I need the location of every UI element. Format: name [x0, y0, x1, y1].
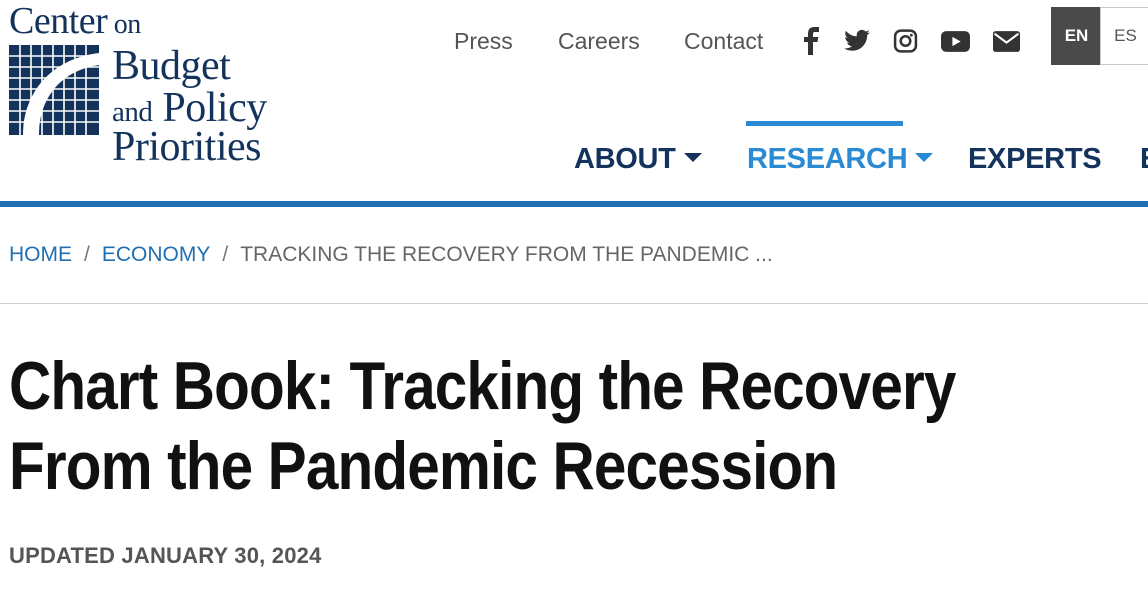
facebook-icon[interactable]: [801, 27, 823, 55]
logo-line-center: Center on: [9, 0, 141, 42]
instagram-icon[interactable]: [893, 27, 918, 55]
research-active-indicator: [746, 121, 903, 126]
logo-line-budget: Budget: [112, 43, 231, 89]
updated-date: UPDATED JANUARY 30, 2024: [9, 543, 322, 568]
logo-line-policy: and Policy: [112, 85, 267, 131]
caret-down-icon: [915, 152, 934, 162]
careers-link[interactable]: Careers: [558, 27, 640, 55]
email-icon[interactable]: [993, 27, 1020, 55]
page-title: Chart Book: Tracking the Recovery From t…: [9, 346, 1127, 506]
breadcrumb-current: TRACKING THE RECOVERY FROM THE PANDEMIC …: [240, 243, 773, 266]
contact-link[interactable]: Contact: [684, 27, 763, 55]
nav-research-label: RESEARCH: [747, 143, 908, 175]
breadcrumb-separator: /: [84, 243, 90, 266]
page-title-line-1: Chart Book: Tracking the Recovery: [9, 348, 956, 424]
nav-next-item[interactable]: E: [1140, 141, 1148, 177]
page-title-line-2: From the Pandemic Recession: [9, 428, 838, 504]
nav-about[interactable]: ABOUT: [574, 141, 702, 177]
breadcrumb-economy-link[interactable]: ECONOMY: [102, 243, 211, 266]
logo-line-priorities: Priorities: [112, 124, 262, 170]
twitter-icon[interactable]: [843, 27, 871, 55]
breadcrumb-separator: /: [222, 243, 229, 266]
page: Center on Budget and Policy Priorities P…: [0, 0, 1148, 590]
nav-experts-label: EXPERTS: [968, 143, 1102, 175]
caret-down-icon: [683, 152, 702, 162]
nav-experts[interactable]: EXPERTS: [968, 141, 1102, 177]
lang-en-button[interactable]: EN: [1051, 7, 1102, 65]
nav-research[interactable]: RESEARCH: [747, 141, 934, 177]
cbpp-logo[interactable]: Center on Budget and Policy Priorities: [9, 0, 299, 170]
breadcrumb-home-link[interactable]: HOME: [9, 243, 72, 266]
lang-es-button[interactable]: ES: [1100, 7, 1148, 65]
nav-next-item-label: E: [1140, 143, 1148, 175]
breadcrumb: HOME / ECONOMY / TRACKING THE RECOVERY FROM …: [9, 242, 773, 268]
nav-about-label: ABOUT: [574, 143, 676, 175]
logo-grid-mark-icon: [9, 45, 99, 135]
breadcrumb-divider: [0, 303, 1148, 304]
press-link[interactable]: Press: [454, 27, 513, 55]
header-divider: [0, 201, 1148, 207]
youtube-icon[interactable]: [941, 27, 970, 55]
